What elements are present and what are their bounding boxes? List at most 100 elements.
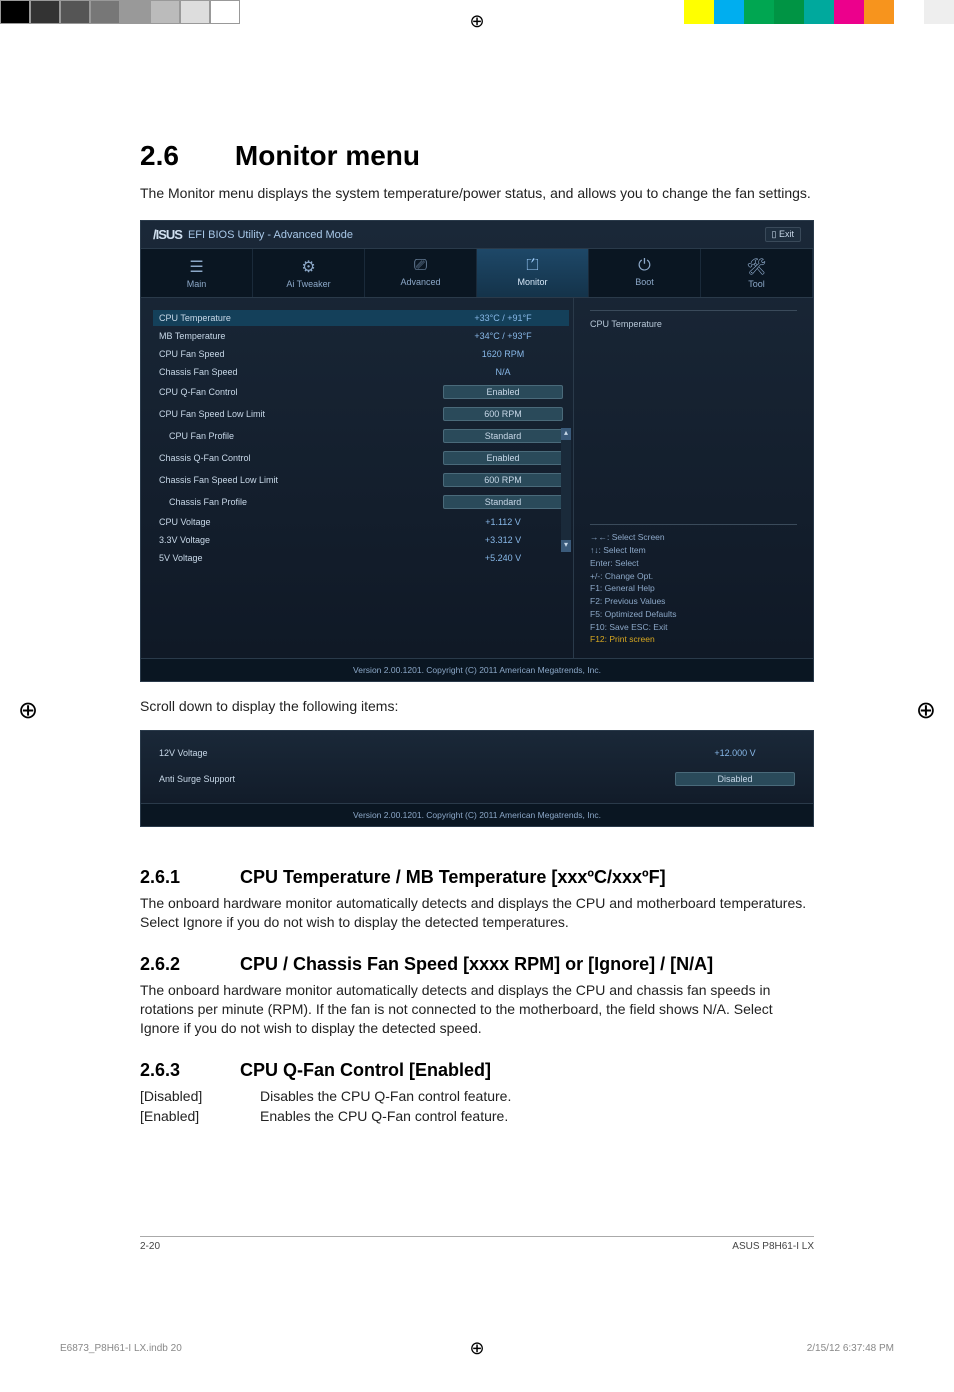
setting-label: 12V Voltage [159,748,675,758]
tab-label: Main [187,279,207,289]
subsection-title: CPU / Chassis Fan Speed [xxxx RPM] or [I… [240,954,713,974]
page-content: 2.6 Monitor menu The Monitor menu displa… [0,0,954,1167]
subsection-heading: 2.6.3CPU Q-Fan Control [Enabled] [140,1060,814,1081]
bios-footer: Version 2.00.1201. Copyright (C) 2011 Am… [141,803,813,826]
setting-label: 3.3V Voltage [159,535,443,545]
subsection-title: CPU Q-Fan Control [Enabled] [240,1060,491,1080]
setting-row[interactable]: 5V Voltage+5.240 V [153,550,569,566]
tab-main[interactable]: ☰ Main [141,249,253,297]
bios-help-panel: CPU Temperature →←: Select Screen↑↓: Sel… [573,298,813,658]
setting-label: CPU Fan Speed Low Limit [159,409,443,419]
section-intro: The Monitor menu displays the system tem… [140,184,814,202]
tab-icon: ⎚ [365,257,476,275]
tab-boot[interactable]: ⏻Boot [589,249,701,297]
setting-value: +34°C / +93°F [443,331,563,341]
setting-row[interactable]: CPU Temperature+33°C / +91°F [153,310,569,326]
print-timestamp: 2/15/12 6:37:48 PM [807,1343,894,1354]
bios-screenshot-main: /ISUS EFI BIOS Utility - Advanced Mode ▯… [140,220,814,682]
setting-label: Chassis Fan Profile [159,497,443,507]
bios-screenshot-scrolled: 12V Voltage+12.000 V Anti Surge SupportDi… [140,730,814,827]
help-key-line: →←: Select Screen [590,531,797,544]
setting-select[interactable]: 600 RPM [443,407,563,421]
option-description: Disables the CPU Q-Fan control feature. [260,1087,511,1105]
bios-footer: Version 2.00.1201. Copyright (C) 2011 Am… [141,658,813,681]
option-row: [Enabled]Enables the CPU Q-Fan control f… [140,1107,814,1125]
help-key-line: F2: Previous Values [590,595,797,608]
scrollbar[interactable]: ▴ ▾ [561,428,571,646]
setting-row[interactable]: Chassis Fan ProfileStandard [153,492,569,512]
exit-icon: ▯ [772,229,779,239]
help-key-line: ↑↓: Select Item [590,544,797,557]
setting-row[interactable]: Chassis Fan SpeedN/A [153,364,569,380]
setting-row[interactable]: CPU Q-Fan ControlEnabled [153,382,569,402]
subsection-title: CPU Temperature / MB Temperature [xxxºC/… [240,867,666,887]
help-key-highlight: F12: Print screen [590,633,797,646]
scroll-up-icon[interactable]: ▴ [561,428,571,440]
setting-row[interactable]: CPU Voltage+1.112 V [153,514,569,530]
tab-tool[interactable]: 🛠Tool [701,249,813,297]
print-footer: E6873_P8H61-I LX.indb 20 ⊕ 2/15/12 6:37:… [60,1343,894,1354]
help-key-line: F10: Save ESC: Exit [590,621,797,634]
bios-tabs: ☰ Main ⚙Ai Tweaker⎚ Advanced ⏍Monitor⏻Boot🛠T… [141,249,813,298]
setting-label: MB Temperature [159,331,443,341]
setting-label: Chassis Fan Speed Low Limit [159,475,443,485]
setting-value: +3.312 V [443,535,563,545]
scroll-track[interactable] [561,440,571,540]
help-title: CPU Temperature [590,310,797,335]
setting-label: CPU Fan Speed [159,349,443,359]
tab-label: Ai Tweaker [286,279,330,289]
setting-row[interactable]: MB Temperature+34°C / +93°F [153,328,569,344]
setting-select[interactable]: 600 RPM [443,473,563,487]
setting-select[interactable]: Enabled [443,385,563,399]
print-filename: E6873_P8H61-I LX.indb 20 [60,1343,182,1354]
setting-row[interactable]: Chassis Q-Fan ControlEnabled [153,448,569,468]
tab-icon: ☰ [141,257,252,277]
help-key-line: +/-: Change Opt. [590,570,797,583]
setting-row[interactable]: 12V Voltage+12.000 V [153,745,801,761]
setting-label: 5V Voltage [159,553,443,563]
setting-row[interactable]: 3.3V Voltage+3.312 V [153,532,569,548]
product-model: ASUS P8H61-I LX [732,1241,814,1252]
body-text: The onboard hardware monitor automatical… [140,894,814,932]
setting-select[interactable]: Standard [443,429,563,443]
setting-row[interactable]: CPU Fan Speed Low Limit600 RPM [153,404,569,424]
help-key-line: F1: General Help [590,582,797,595]
bios-title: EFI BIOS Utility - Advanced Mode [188,229,353,241]
body-text: The onboard hardware monitor automatical… [140,981,814,1038]
setting-value: 1620 RPM [443,349,563,359]
setting-label: CPU Voltage [159,517,443,527]
scroll-down-icon[interactable]: ▾ [561,540,571,552]
setting-value: +12.000 V [675,748,795,758]
setting-select[interactable]: Enabled [443,451,563,465]
subsection-number: 2.6.3 [140,1060,240,1081]
setting-row[interactable]: Anti Surge SupportDisabled [153,769,801,789]
help-key-line: Enter: Select [590,557,797,570]
help-key-line: F5: Optimized Defaults [590,608,797,621]
registration-mark-icon: ⊕ [469,11,484,32]
setting-select[interactable]: Standard [443,495,563,509]
subsection-heading: 2.6.2CPU / Chassis Fan Speed [xxxx RPM] … [140,954,814,975]
setting-label: Chassis Fan Speed [159,367,443,377]
setting-select[interactable]: Disabled [675,772,795,786]
setting-row[interactable]: Chassis Fan Speed Low Limit600 RPM [153,470,569,490]
option-description: Enables the CPU Q-Fan control feature. [260,1107,508,1125]
help-keys: →←: Select Screen↑↓: Select ItemEnter: S… [590,524,797,646]
setting-row[interactable]: CPU Fan Speed1620 RPM [153,346,569,362]
option-key: [Disabled] [140,1087,260,1105]
tab-ai-tweaker[interactable]: ⚙Ai Tweaker [253,249,365,297]
tab-label: Advanced [400,277,440,287]
option-row: [Disabled]Disables the CPU Q-Fan control… [140,1087,814,1105]
tab-monitor[interactable]: ⏍Monitor [477,249,589,297]
registration-mark-icon: ⊕ [469,1338,484,1359]
exit-label: Exit [779,229,794,239]
tab-advanced[interactable]: ⎚ Advanced [365,249,477,297]
setting-value: N/A [443,367,563,377]
subsection-number: 2.6.1 [140,867,240,888]
setting-value: +5.240 V [443,553,563,563]
exit-button[interactable]: ▯ Exit [765,227,801,242]
tab-icon: ⏍ [477,257,588,275]
scroll-instruction: Scroll down to display the following ite… [140,698,814,714]
setting-value: +33°C / +91°F [443,313,563,323]
tab-label: Boot [635,277,654,287]
setting-row[interactable]: CPU Fan ProfileStandard [153,426,569,446]
